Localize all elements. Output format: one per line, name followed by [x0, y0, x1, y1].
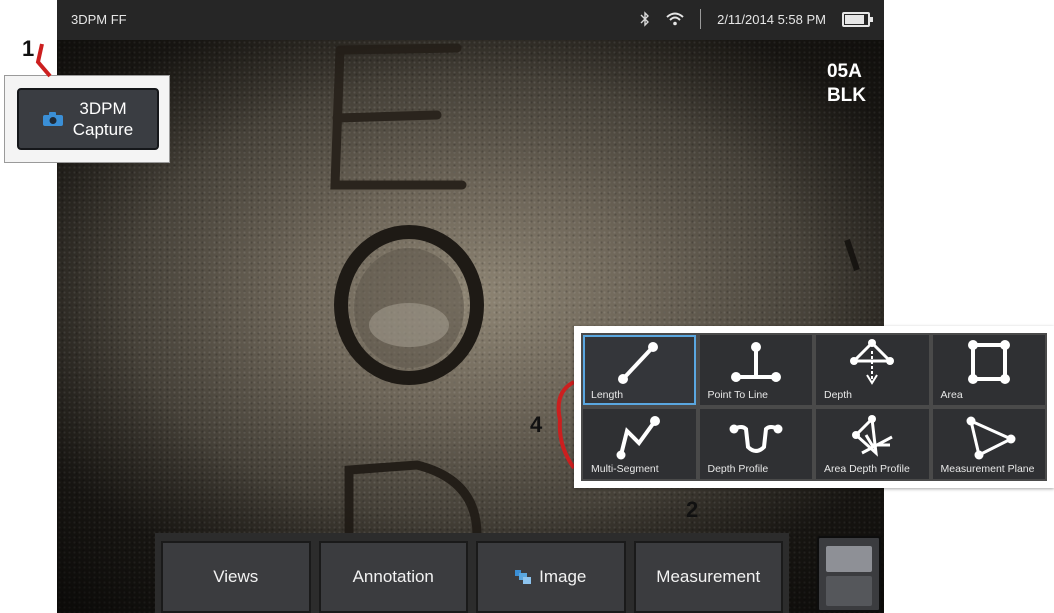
measurement-plane-icon: [966, 416, 1016, 460]
menu-item-point-to-line[interactable]: Point To Line: [699, 335, 812, 405]
depth-profile-icon: [729, 424, 783, 453]
callout-leaders: [35, 43, 576, 470]
menu-item-depth-profile[interactable]: Depth Profile: [699, 409, 812, 479]
area-depth-profile-icon: [852, 415, 893, 457]
callout-number-2: 2: [686, 497, 699, 522]
area-icon: [967, 340, 1010, 384]
callout-number-4: 4: [530, 412, 543, 437]
length-icon: [618, 342, 659, 384]
multi-segment-icon: [616, 416, 661, 460]
menu-item-measurement-plane[interactable]: Measurement Plane: [932, 409, 1045, 479]
menu-item-length[interactable]: Length: [583, 335, 696, 405]
menu-item-multi-segment[interactable]: Multi-Segment: [583, 409, 696, 479]
callout-1-leader: [35, 43, 52, 78]
menu-item-area-depth-profile[interactable]: Area Depth Profile: [816, 409, 929, 479]
callout-4-leader: [556, 380, 576, 470]
callout-number-1: 1: [22, 36, 35, 61]
measurement-menu: Length Point To Line Depth Area Multi-Se…: [574, 326, 1054, 488]
depth-icon: [850, 339, 895, 385]
point-to-line-icon: [730, 342, 781, 382]
menu-item-depth[interactable]: Depth: [816, 335, 929, 405]
menu-item-area[interactable]: Area: [932, 335, 1045, 405]
